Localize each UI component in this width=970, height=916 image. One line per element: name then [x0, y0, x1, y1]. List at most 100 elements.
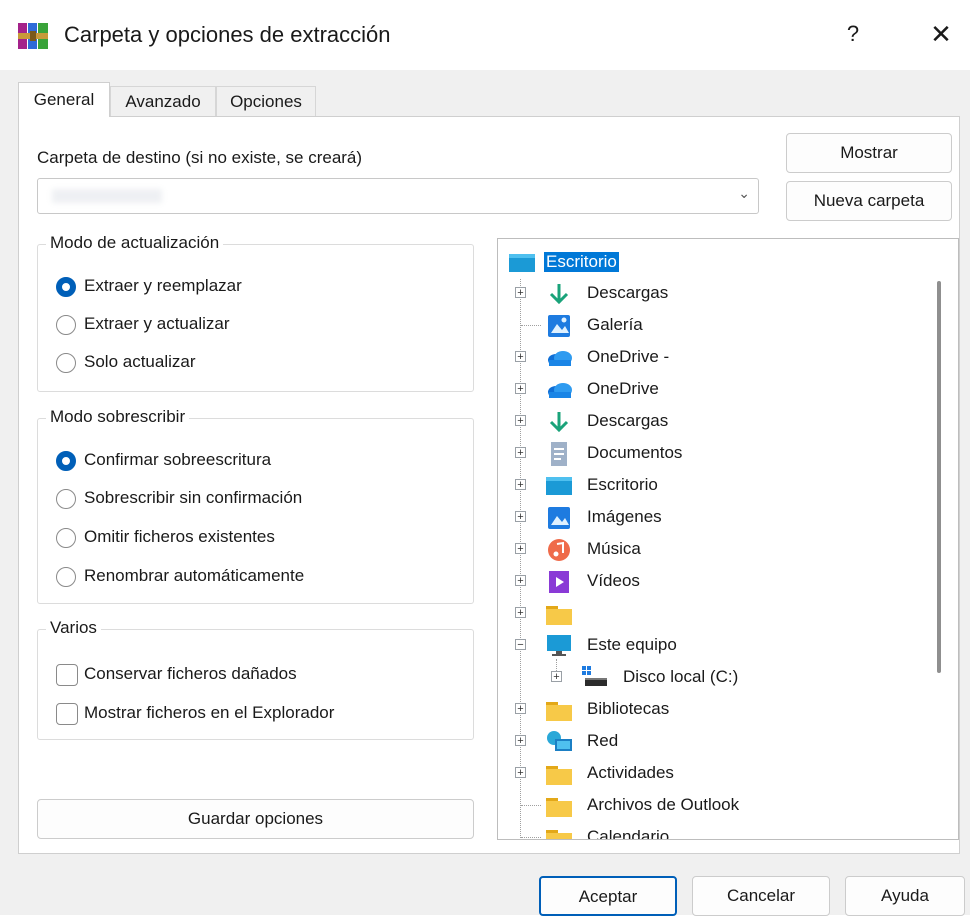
radio-label: Renombrar automáticamente — [84, 566, 305, 585]
tree-node-videos[interactable]: + Vídeos — [515, 567, 915, 597]
tree-node-imagenes[interactable]: + Imágenes — [515, 503, 915, 533]
misc-group: Varios Conservar ficheros dañados Mostra… — [37, 618, 474, 740]
tree-node-label: OneDrive - — [587, 347, 670, 366]
checkbox-label: Mostrar ficheros en el Explorador — [84, 703, 335, 722]
expand-plus-icon[interactable]: + — [515, 415, 526, 427]
update-mode-group: Modo de actualización Extraer y reemplaz… — [37, 233, 474, 392]
expand-plus-icon[interactable]: + — [515, 703, 526, 715]
ok-button[interactable]: Aceptar — [539, 876, 677, 916]
tab-general[interactable]: General — [18, 82, 110, 117]
tab-avanzado[interactable]: Avanzado — [110, 86, 216, 117]
tree-node-archivos-outlook[interactable]: Archivos de Outlook — [515, 791, 915, 821]
tree-node-galeria[interactable]: Galería — [515, 311, 915, 341]
tree-node-escritorio[interactable]: + Escritorio — [515, 471, 915, 501]
tree-node-red[interactable]: + Red — [515, 727, 915, 757]
expand-plus-icon[interactable]: + — [515, 511, 526, 523]
new-folder-button[interactable]: Nueva carpeta — [786, 181, 952, 221]
radio-icon[interactable] — [56, 315, 76, 335]
tree-node-documentos[interactable]: + Documentos — [515, 439, 915, 469]
show-button[interactable]: Mostrar — [786, 133, 952, 173]
radio-label: Sobrescribir sin confirmación — [84, 488, 303, 507]
radio-label: Omitir ficheros existentes — [84, 527, 275, 546]
expand-plus-icon[interactable]: + — [551, 671, 562, 683]
tree-node-musica[interactable]: + Música — [515, 535, 915, 565]
winrar-app-icon — [18, 23, 48, 49]
expand-plus-icon[interactable]: + — [515, 767, 526, 779]
expand-plus-icon[interactable]: + — [515, 607, 526, 619]
videos-icon — [549, 571, 569, 593]
tree-node-label: Descargas — [587, 411, 669, 430]
expand-plus-icon[interactable]: + — [515, 287, 526, 299]
documents-icon — [551, 442, 567, 466]
tree-node-label: Escritorio — [544, 252, 619, 272]
tree-node-label: Calendario — [587, 827, 670, 840]
tree-node-label: Archivos de Outlook — [587, 795, 740, 814]
destination-combobox[interactable]: ⌄ — [37, 178, 759, 214]
help-button[interactable]: Ayuda — [845, 876, 965, 916]
tree-node-descargas[interactable]: + Descargas — [515, 279, 915, 309]
tree-node-unnamed-folder[interactable]: + — [515, 599, 915, 629]
tree-node-bibliotecas[interactable]: + Bibliotecas — [515, 695, 915, 725]
tree-node-label: Imágenes — [587, 507, 662, 526]
tree-node-onedrive-work[interactable]: + OneDrive - — [515, 343, 915, 373]
tree-node-label: Bibliotecas — [587, 699, 670, 718]
radio-icon[interactable] — [56, 353, 76, 373]
expand-plus-icon[interactable]: + — [515, 543, 526, 555]
close-icon[interactable]: ✕ — [925, 18, 957, 50]
drive-icon — [582, 666, 607, 686]
tree-node-label: Escritorio — [587, 475, 658, 494]
radio-label: Extraer y actualizar — [84, 314, 230, 333]
tree-node-label: Descargas — [587, 283, 669, 302]
folder-tree[interactable]: Escritorio + Descargas Galería + OneDriv… — [497, 238, 959, 840]
onedrive-icon — [548, 351, 572, 366]
tree-node-escritorio-root[interactable]: Escritorio — [508, 248, 908, 278]
tree-node-onedrive[interactable]: + OneDrive — [515, 375, 915, 405]
collapse-minus-icon[interactable]: − — [515, 639, 526, 651]
tree-connector — [521, 837, 541, 838]
expand-plus-icon[interactable]: + — [515, 447, 526, 459]
tree-scrollbar[interactable] — [937, 281, 941, 673]
pictures-icon — [548, 507, 570, 529]
tree-node-calendario[interactable]: Calendario — [515, 823, 915, 840]
computer-icon — [547, 635, 571, 656]
chevron-down-icon[interactable]: ⌄ — [738, 185, 750, 202]
tree-node-descargas-2[interactable]: + Descargas — [515, 407, 915, 437]
tree-node-label: OneDrive — [587, 379, 659, 398]
radio-selected-icon[interactable] — [56, 451, 76, 471]
tree-node-label: Vídeos — [587, 571, 640, 590]
music-icon — [548, 539, 570, 561]
tree-node-label: Este equipo — [587, 635, 677, 654]
radio-icon[interactable] — [56, 567, 76, 587]
tree-node-label: Música — [587, 539, 641, 558]
radio-icon[interactable] — [56, 489, 76, 509]
expand-plus-icon[interactable]: + — [515, 735, 526, 747]
onedrive-icon — [548, 383, 572, 398]
folder-icon — [546, 702, 572, 721]
expand-plus-icon[interactable]: + — [515, 479, 526, 491]
checkbox-label: Conservar ficheros dañados — [84, 664, 297, 683]
update-mode-title: Modo de actualización — [46, 233, 224, 253]
help-icon[interactable]: ? — [838, 18, 868, 50]
radio-icon[interactable] — [56, 528, 76, 548]
tree-node-este-equipo[interactable]: − Este equipo — [515, 631, 915, 661]
save-options-button[interactable]: Guardar opciones — [37, 799, 474, 839]
tab-opciones[interactable]: Opciones — [216, 86, 316, 117]
cancel-button[interactable]: Cancelar — [692, 876, 830, 916]
expand-plus-icon[interactable]: + — [515, 351, 526, 363]
checkbox-icon[interactable] — [56, 664, 78, 686]
expand-plus-icon[interactable]: + — [515, 575, 526, 587]
download-icon — [549, 412, 569, 433]
expand-plus-icon[interactable]: + — [515, 383, 526, 395]
tree-node-disco-local[interactable]: + Disco local (C:) — [551, 663, 931, 693]
title-bar: Carpeta y opciones de extracción ? ✕ — [0, 0, 970, 70]
extraction-dialog: Carpeta y opciones de extracción ? ✕ Gen… — [0, 0, 970, 916]
tree-node-label: Galería — [587, 315, 643, 334]
overwrite-mode-title: Modo sobrescribir — [46, 407, 190, 427]
desktop-icon — [546, 477, 572, 495]
tree-node-label: Red — [587, 731, 619, 750]
radio-selected-icon[interactable] — [56, 277, 76, 297]
tree-node-label: Actividades — [587, 763, 674, 782]
folder-icon — [546, 830, 572, 839]
checkbox-icon[interactable] — [56, 703, 78, 725]
tree-node-actividades[interactable]: + Actividades — [515, 759, 915, 789]
